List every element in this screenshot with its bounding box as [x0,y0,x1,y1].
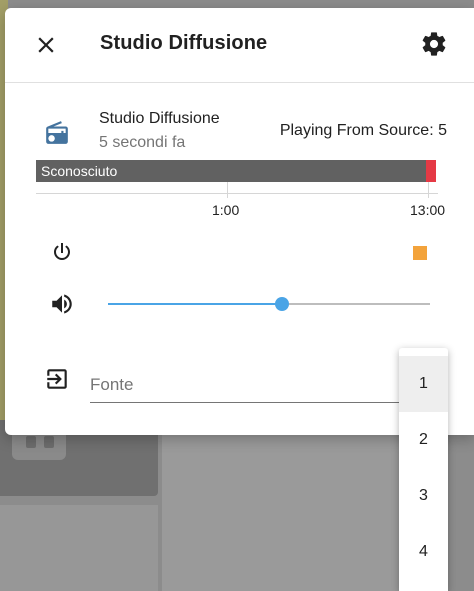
timeline-axis [36,193,438,194]
login-variant-icon [47,369,67,389]
source-dropdown-menu: 1 2 3 4 [399,348,448,591]
source-option-4[interactable]: 4 [399,524,448,580]
source-option-3[interactable]: 3 [399,468,448,524]
history-timeline: Sconosciuto 1:00 13:00 [36,160,445,220]
close-icon [38,37,54,53]
dialog-title: Studio Diffusione [100,32,268,54]
playing-from-source: Playing From Source: 5 [279,122,447,139]
source-option-2[interactable]: 2 [399,412,448,468]
volume-slider-thumb[interactable] [274,297,289,311]
volume-slider-fill [108,303,282,305]
timeline-state-bar[interactable]: Sconosciuto [36,160,428,182]
power-icon[interactable] [50,240,74,264]
dialog-header: Studio Diffusione [5,8,474,83]
radio-icon [46,121,68,144]
state-indicator [413,246,427,260]
timeline-tick: 1:00 [212,202,240,218]
close-button[interactable] [33,32,59,58]
source-select[interactable]: Fonte [90,368,400,403]
background-card [162,432,402,591]
source-option-1[interactable]: 1 [399,356,448,412]
settings-button[interactable] [420,30,448,58]
volume-slider[interactable] [108,291,430,317]
volume-high-icon[interactable] [49,291,75,317]
background-card [0,505,158,591]
entity-name: Studio Diffusione [99,110,220,127]
timeline-state-label: Sconosciuto [41,163,118,179]
gear-icon [422,32,446,56]
timeline-recent-state[interactable] [426,160,436,182]
last-changed: 5 secondi fa [99,134,186,151]
timeline-tick: 13:00 [410,202,446,218]
source-select-label: Fonte [90,375,134,394]
